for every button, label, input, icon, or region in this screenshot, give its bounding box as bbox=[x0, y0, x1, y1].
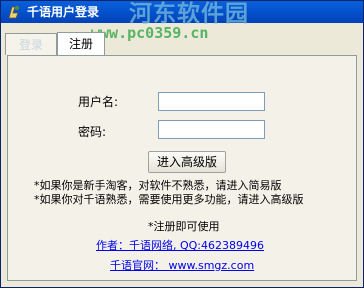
app-icon bbox=[8, 5, 20, 19]
window-title: 千语用户登录 bbox=[27, 5, 100, 19]
register-panel: 用户名: 密码: 进入高级版 *如果你是新手淘客，对软件不熟悉，请进入简易版 *… bbox=[7, 55, 357, 281]
tab-login[interactable]: 登录 bbox=[5, 33, 57, 55]
tab-login-label: 登录 bbox=[18, 38, 43, 52]
note-advanced: *如果你对千语熟悉，需要使用更多功能，请进入高级版 bbox=[34, 193, 304, 206]
enter-advanced-button[interactable]: 进入高级版 bbox=[148, 151, 226, 173]
login-window: 千语用户登录 河东软件园 www.pc0359.cn 登录 注册 用户名: 密码… bbox=[0, 0, 364, 288]
password-label: 密码: bbox=[78, 125, 107, 139]
tab-register-label: 注册 bbox=[68, 37, 93, 51]
title-bar[interactable]: 千语用户登录 河东软件园 www.pc0359.cn bbox=[1, 1, 363, 42]
username-field[interactable] bbox=[158, 92, 265, 111]
author-link[interactable]: 作者：千语网络, QQ:462389496 bbox=[96, 237, 264, 253]
note-beginner: *如果你是新手淘客，对软件不熟悉，请进入简易版 bbox=[34, 179, 282, 192]
register-hint: *注册即可使用 bbox=[148, 220, 220, 233]
password-field[interactable] bbox=[158, 120, 265, 139]
username-label: 用户名: bbox=[78, 95, 119, 109]
website-link[interactable]: 千语官网： www.smgz.com bbox=[110, 257, 254, 273]
tab-register[interactable]: 注册 bbox=[57, 32, 105, 56]
